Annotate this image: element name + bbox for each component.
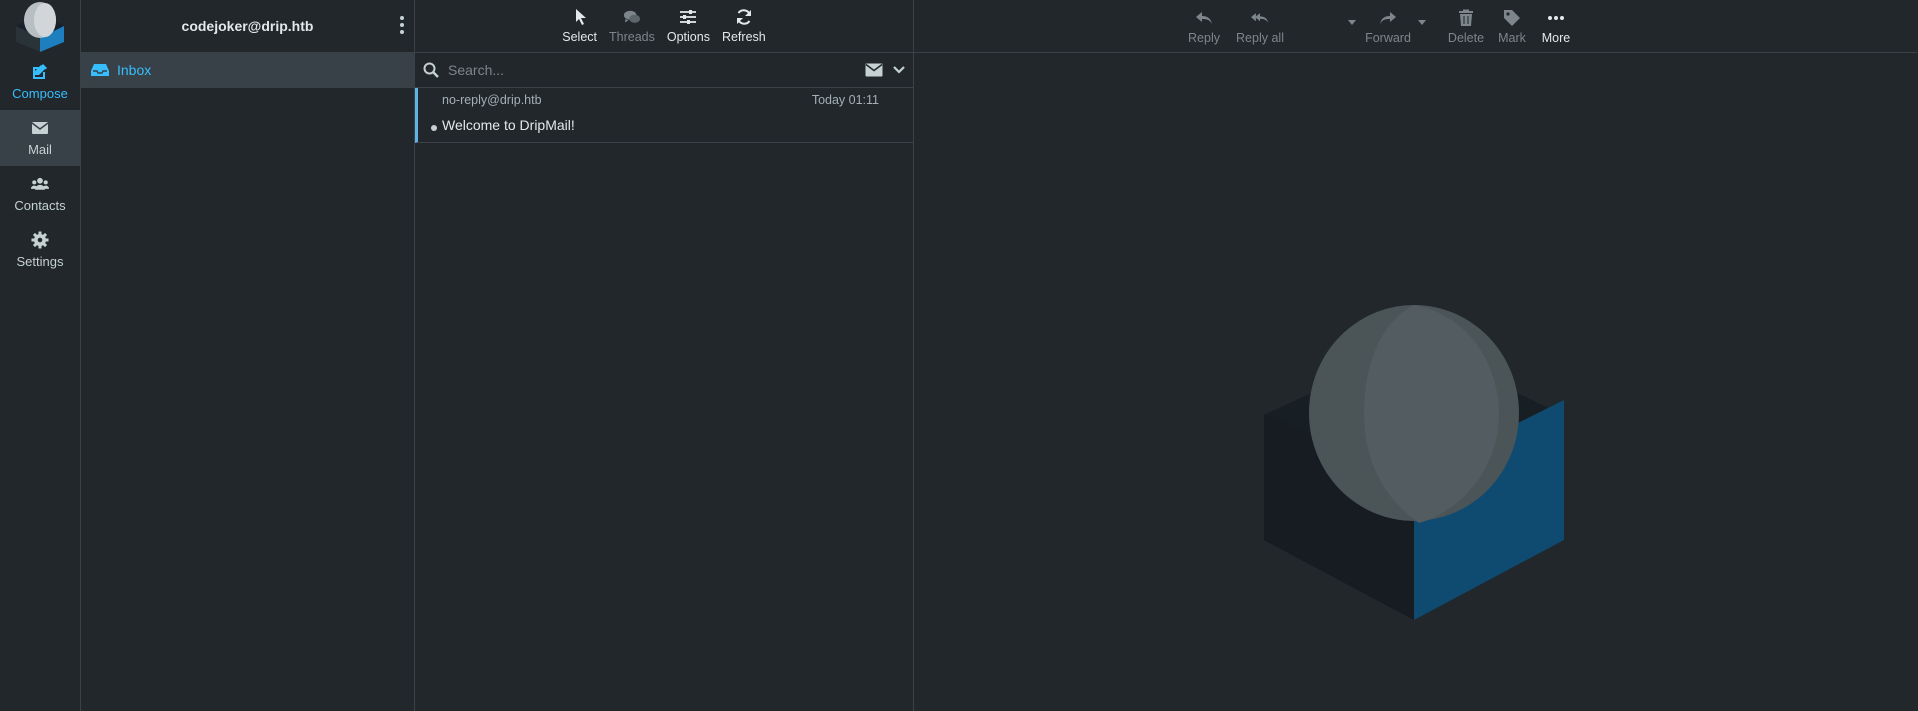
options-button[interactable]: Options	[661, 0, 716, 53]
reply-all-label: Reply all	[1236, 30, 1284, 45]
rail-contacts-button[interactable]: Contacts	[0, 166, 80, 222]
reply-all-dropdown-icon[interactable]	[1348, 20, 1356, 25]
app: Compose Mail Contacts Settings codejoker…	[0, 0, 1918, 711]
mark-button[interactable]: Mark	[1494, 0, 1530, 53]
message-toolbar: Reply Reply all Forward Delete Mark More	[914, 0, 1917, 53]
users-icon	[31, 177, 49, 190]
folder-item-inbox[interactable]: Inbox	[81, 53, 414, 88]
list-toolbar: Select Threads Options Refresh	[415, 0, 913, 53]
reply-all-icon	[1251, 12, 1269, 23]
preview-pane: Reply Reply all Forward Delete Mark More	[914, 0, 1917, 711]
forward-label: Forward	[1365, 30, 1411, 45]
refresh-label: Refresh	[721, 30, 766, 44]
select-label: Select	[562, 30, 597, 44]
mark-label: Mark	[1498, 30, 1526, 45]
envelope-filter-icon[interactable]	[865, 63, 883, 77]
search-bar	[415, 53, 913, 88]
forward-dropdown-icon[interactable]	[1418, 20, 1426, 25]
compose-icon	[33, 64, 47, 79]
sliders-icon	[680, 10, 697, 24]
pointer-icon	[575, 9, 586, 25]
rail-settings-label: Settings	[16, 254, 64, 269]
ellipsis-icon	[1548, 15, 1564, 20]
roundcube-watermark-logo	[1264, 305, 1564, 620]
options-label: Options	[666, 30, 710, 44]
rail-mail-button[interactable]: Mail	[0, 110, 80, 166]
reply-label: Reply	[1188, 30, 1220, 45]
rail-settings-button[interactable]: Settings	[0, 222, 80, 278]
reply-button[interactable]: Reply	[1184, 0, 1224, 53]
rail-contacts-label: Contacts	[14, 198, 66, 213]
message-subject: Welcome to DripMail!	[442, 117, 575, 133]
trash-icon	[1459, 9, 1473, 26]
message-list-pane: Select Threads Options Refresh no-reply@…	[415, 0, 914, 711]
search-input[interactable]	[439, 62, 865, 78]
threads-label: Threads	[609, 30, 655, 44]
refresh-button[interactable]: Refresh	[716, 0, 772, 53]
reply-icon	[1196, 11, 1212, 24]
folder-label-inbox: Inbox	[117, 62, 152, 78]
more-label: More	[1541, 30, 1571, 45]
envelope-icon	[31, 122, 49, 134]
threads-button[interactable]: Threads	[603, 0, 661, 53]
chevron-down-icon[interactable]	[893, 65, 905, 75]
account-header: codejoker@drip.htb	[81, 0, 414, 53]
delete-label: Delete	[1447, 30, 1485, 45]
unread-dot-icon[interactable]	[431, 125, 437, 131]
left-rail: Compose Mail Contacts Settings	[0, 0, 81, 711]
rail-compose-label: Compose	[12, 86, 68, 101]
delete-button[interactable]: Delete	[1444, 0, 1488, 53]
forward-icon	[1380, 11, 1396, 24]
message-date: Today 01:11	[811, 93, 879, 107]
message-row[interactable]: no-reply@drip.htb Today 01:11 Welcome to…	[415, 88, 913, 143]
tag-icon	[1504, 9, 1520, 26]
inbox-icon	[91, 64, 109, 76]
account-email: codejoker@drip.htb	[181, 18, 314, 34]
comments-icon	[623, 10, 641, 23]
search-icon	[423, 62, 439, 78]
refresh-icon	[736, 9, 751, 25]
folder-menu-button[interactable]	[398, 16, 406, 34]
app-logo[interactable]	[0, 0, 80, 54]
gear-icon	[31, 231, 49, 249]
rail-mail-label: Mail	[28, 142, 52, 157]
reply-all-button[interactable]: Reply all	[1232, 0, 1288, 53]
folder-pane: codejoker@drip.htb Inbox	[81, 0, 415, 711]
select-button[interactable]: Select	[556, 0, 603, 53]
forward-button[interactable]: Forward	[1362, 0, 1414, 53]
more-button[interactable]: More	[1538, 0, 1574, 53]
rail-compose-button[interactable]: Compose	[0, 54, 80, 110]
